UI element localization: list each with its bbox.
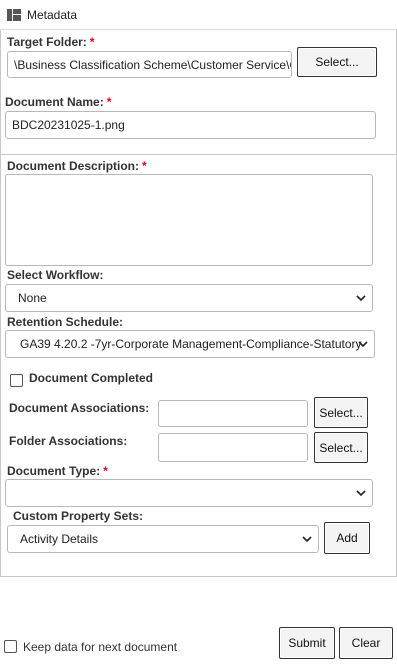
document-completed-checkbox[interactable] [10,374,23,387]
document-type-select[interactable] [5,479,373,507]
custom-property-sets-selected-value: Activity Details [20,532,99,546]
workflow-selected-value: None [18,291,47,305]
target-folder-select-button[interactable]: Select... [297,47,377,77]
document-name-label: Document Name: * [5,95,112,109]
document-description-textarea[interactable] [5,174,373,266]
document-description-label: Document Description: * [7,159,147,173]
document-associations-field[interactable] [158,400,308,427]
chevron-down-icon [356,295,366,302]
required-marker: * [89,35,95,49]
required-marker: * [106,95,112,109]
layout-icon [7,8,21,21]
clear-button[interactable]: Clear [339,627,393,659]
document-associations-label: Document Associations: [9,401,150,415]
section-divider [0,154,397,155]
document-completed-label: Document Completed [29,371,154,385]
folder-associations-select-button[interactable]: Select... [314,432,368,463]
retention-label: Retention Schedule: [7,315,124,329]
retention-select[interactable]: GA39 4.20.2 -7yr-Corporate Management-Co… [5,330,375,358]
submit-button[interactable]: Submit [279,627,335,659]
folder-associations-field[interactable] [158,433,308,462]
document-name-field[interactable]: BDC20231025-1.png [5,111,376,139]
custom-property-sets-select[interactable]: Activity Details [7,525,319,553]
folder-associations-label: Folder Associations: [9,434,128,448]
target-folder-label: Target Folder: * [7,35,95,49]
chevron-down-icon [302,536,312,543]
keep-data-label: Keep data for next document [23,640,178,654]
add-property-set-button[interactable]: Add [324,522,370,554]
document-associations-select-button[interactable]: Select... [314,397,368,428]
chevron-down-icon [356,490,366,497]
retention-selected-value: GA39 4.20.2 -7yr-Corporate Management-Co… [20,337,362,351]
document-type-label: Document Type: * [7,464,108,478]
panel-title: Metadata [27,7,78,22]
custom-property-sets-label: Custom Property Sets: [13,509,144,523]
panel-header: Metadata [0,0,397,30]
target-folder-field[interactable]: \Business Classification Scheme\Customer… [7,51,292,78]
required-marker: * [142,159,147,173]
workflow-select[interactable]: None [5,284,373,312]
required-marker: * [103,464,108,478]
keep-data-checkbox[interactable] [4,640,17,653]
workflow-label: Select Workflow: [7,268,104,282]
chevron-down-icon [358,341,368,348]
